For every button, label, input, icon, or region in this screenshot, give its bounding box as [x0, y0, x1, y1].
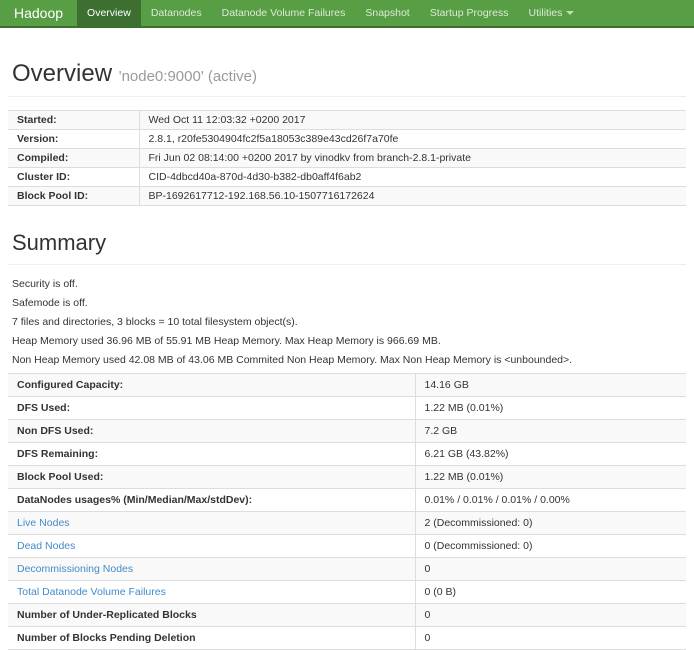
table-row: Dead Nodes 0 (Decommissioned: 0) [8, 535, 686, 558]
row-value: BP-1692617712-192.168.56.10-150771617262… [139, 187, 686, 206]
table-row: Compiled: Fri Jun 02 08:14:00 +0200 2017… [8, 149, 686, 168]
table-row: Cluster ID: CID-4dbcd40a-870d-4d30-b382-… [8, 168, 686, 187]
table-row: Non DFS Used: 7.2 GB [8, 420, 686, 443]
tab-datanode-volume-failures[interactable]: Datanode Volume Failures [212, 0, 356, 26]
security-status-text: Security is off. [12, 278, 686, 290]
row-value: 2 (Decommissioned: 0) [415, 512, 686, 535]
live-nodes-link[interactable]: Live Nodes [8, 512, 415, 535]
tab-datanodes[interactable]: Datanodes [141, 0, 212, 26]
divider [8, 96, 686, 97]
table-row: DFS Remaining: 6.21 GB (43.82%) [8, 443, 686, 466]
divider [8, 264, 686, 265]
table-row: Block Pool ID: BP-1692617712-192.168.56.… [8, 187, 686, 206]
row-value: 0 [415, 558, 686, 581]
chevron-down-icon [566, 11, 574, 15]
tab-utilities-label: Utilities [529, 7, 563, 19]
row-label: Compiled: [8, 149, 139, 168]
table-row: DFS Used: 1.22 MB (0.01%) [8, 397, 686, 420]
table-row: Version: 2.8.1, r20fe5304904fc2f5a18053c… [8, 130, 686, 149]
row-value: 0 (Decommissioned: 0) [415, 535, 686, 558]
row-label: DataNodes usages% (Min/Median/Max/stdDev… [8, 489, 415, 512]
row-label: Non DFS Used: [8, 420, 415, 443]
tab-overview[interactable]: Overview [77, 0, 141, 26]
tab-utilities-dropdown[interactable]: Utilities [519, 0, 585, 26]
table-row: Live Nodes 2 (Decommissioned: 0) [8, 512, 686, 535]
row-label: Block Pool ID: [8, 187, 139, 206]
row-label: Number of Under-Replicated Blocks [8, 604, 415, 627]
row-value: CID-4dbcd40a-870d-4d30-b382-db0aff4f6ab2 [139, 168, 686, 187]
decommissioning-nodes-link[interactable]: Decommissioning Nodes [8, 558, 415, 581]
page-title: Overview 'node0:9000' (active) [12, 60, 686, 88]
row-value: 6.21 GB (43.82%) [415, 443, 686, 466]
row-label: Block Pool Used: [8, 466, 415, 489]
overview-info-table: Started: Wed Oct 11 12:03:32 +0200 2017 … [8, 110, 686, 206]
row-value: 1.22 MB (0.01%) [415, 466, 686, 489]
hadoop-brand-link[interactable]: Hadoop [0, 0, 77, 26]
row-label: Started: [8, 111, 139, 130]
navbar: Hadoop Overview Datanodes Datanode Volum… [0, 0, 694, 28]
dead-nodes-link[interactable]: Dead Nodes [8, 535, 415, 558]
tab-startup-progress[interactable]: Startup Progress [420, 0, 519, 26]
row-value: 7.2 GB [415, 420, 686, 443]
row-value: Wed Oct 11 12:03:32 +0200 2017 [139, 111, 686, 130]
row-value: Fri Jun 02 08:14:00 +0200 2017 by vinodk… [139, 149, 686, 168]
row-value: 0.01% / 0.01% / 0.01% / 0.00% [415, 489, 686, 512]
row-value: 14.16 GB [415, 374, 686, 397]
table-row: Number of Under-Replicated Blocks 0 [8, 604, 686, 627]
heap-memory-text: Heap Memory used 36.96 MB of 55.91 MB He… [12, 335, 686, 347]
non-heap-memory-text: Non Heap Memory used 42.08 MB of 43.06 M… [12, 354, 686, 366]
row-label: Cluster ID: [8, 168, 139, 187]
row-label: Configured Capacity: [8, 374, 415, 397]
table-row: DataNodes usages% (Min/Median/Max/stdDev… [8, 489, 686, 512]
safemode-status-text: Safemode is off. [12, 297, 686, 309]
row-label: DFS Remaining: [8, 443, 415, 466]
namenode-address-label: 'node0:9000' (active) [119, 68, 257, 85]
table-row: Started: Wed Oct 11 12:03:32 +0200 2017 [8, 111, 686, 130]
table-row: Block Pool Used: 1.22 MB (0.01%) [8, 466, 686, 489]
row-label: DFS Used: [8, 397, 415, 420]
row-value: 2.8.1, r20fe5304904fc2f5a18053c389e43cd2… [139, 130, 686, 149]
filesystem-objects-text: 7 files and directories, 3 blocks = 10 t… [12, 316, 686, 328]
row-label: Version: [8, 130, 139, 149]
summary-title: Summary [12, 230, 686, 256]
table-row: Decommissioning Nodes 0 [8, 558, 686, 581]
table-row: Total Datanode Volume Failures 0 (0 B) [8, 581, 686, 604]
total-datanode-volume-failures-link[interactable]: Total Datanode Volume Failures [8, 581, 415, 604]
tab-snapshot[interactable]: Snapshot [355, 0, 419, 26]
row-value: 0 (0 B) [415, 581, 686, 604]
row-value: 1.22 MB (0.01%) [415, 397, 686, 420]
row-value: 0 [415, 604, 686, 627]
page-title-text: Overview [12, 60, 112, 87]
table-row: Configured Capacity: 14.16 GB [8, 374, 686, 397]
summary-table: Configured Capacity: 14.16 GB DFS Used: … [8, 373, 686, 650]
